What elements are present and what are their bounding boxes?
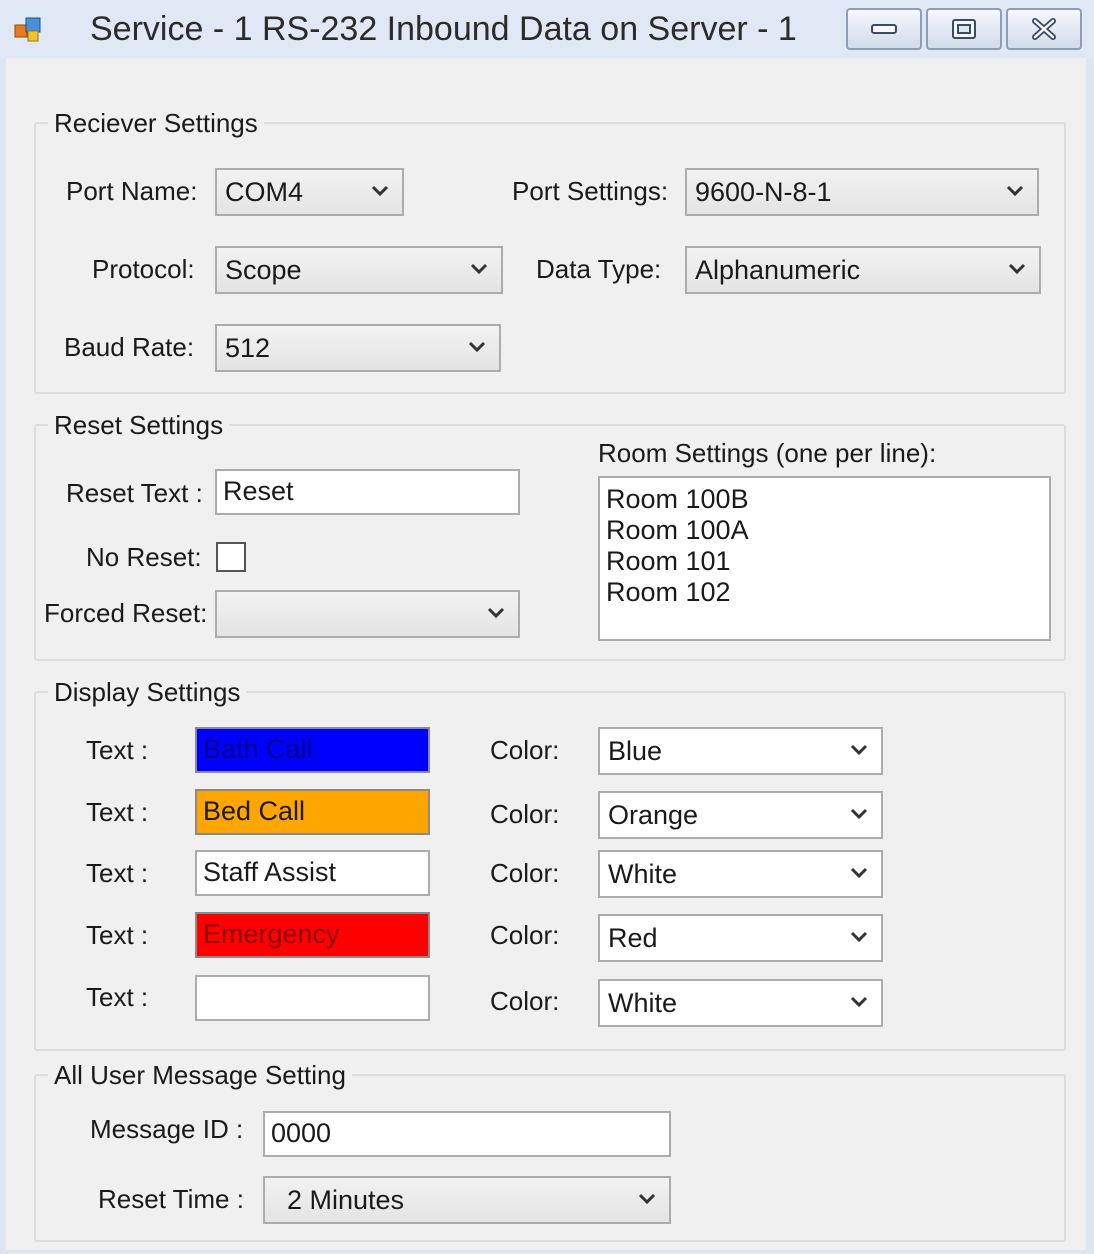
display-text-input[interactable]: Bath Call <box>195 727 430 773</box>
chevron-down-icon <box>638 1193 656 1205</box>
chevron-down-icon <box>1008 263 1026 275</box>
chevron-down-icon <box>850 744 868 756</box>
baud-rate-value: 512 <box>225 333 271 363</box>
chevron-down-icon <box>850 808 868 820</box>
room-line: Room 101 <box>606 546 731 576</box>
room-settings-label: Room Settings (one per line): <box>598 438 937 468</box>
no-reset-label: No Reset: <box>86 542 202 572</box>
display-color-value: Red <box>608 923 658 953</box>
display-color-value: Blue <box>608 736 663 766</box>
port-settings-value: 9600-N-8-1 <box>695 177 832 207</box>
protocol-label: Protocol: <box>92 254 195 284</box>
close-icon <box>1032 18 1056 40</box>
display-text-value: Bath Call <box>203 734 313 764</box>
display-color-label: Color: <box>490 986 560 1016</box>
port-settings-label: Port Settings: <box>512 176 669 206</box>
maximize-icon <box>952 19 976 39</box>
display-text-label: Text : <box>86 858 149 888</box>
minimize-icon <box>871 24 897 34</box>
reset-text-label: Reset Text : <box>66 478 203 508</box>
data-type-value: Alphanumeric <box>695 255 861 285</box>
display-color-select[interactable]: Orange <box>598 791 883 839</box>
display-settings-legend: Display Settings <box>48 677 247 708</box>
chevron-down-icon <box>470 263 488 275</box>
protocol-select[interactable]: Scope <box>215 246 503 294</box>
room-line: Room 100B <box>606 484 749 514</box>
reset-time-select[interactable]: 2 Minutes <box>263 1176 671 1224</box>
window-title: Service - 1 RS-232 Inbound Data on Serve… <box>90 10 797 48</box>
display-text-value: Staff Assist <box>203 857 337 887</box>
title-bar[interactable]: Service - 1 RS-232 Inbound Data on Serve… <box>0 0 1094 58</box>
receiver-settings-legend: Reciever Settings <box>48 108 264 139</box>
chevron-down-icon <box>487 607 505 619</box>
room-line: Room 100A <box>606 515 749 545</box>
message-id-input[interactable]: 0000 <box>263 1111 671 1157</box>
display-text-input[interactable]: Emergency <box>195 912 430 958</box>
display-text-input[interactable]: Bed Call <box>195 789 430 835</box>
display-text-label: Text : <box>86 920 149 950</box>
display-color-value: White <box>608 859 678 889</box>
display-text-input[interactable] <box>195 975 430 1021</box>
reset-time-label: Reset Time : <box>98 1184 244 1214</box>
baud-rate-select[interactable]: 512 <box>215 324 501 372</box>
display-color-select[interactable]: Red <box>598 914 883 962</box>
chevron-down-icon <box>371 185 389 197</box>
display-color-label: Color: <box>490 735 560 765</box>
message-settings-legend: All User Message Setting <box>48 1060 352 1091</box>
baud-rate-label: Baud Rate: <box>64 332 195 362</box>
display-color-select[interactable]: White <box>598 850 883 898</box>
chevron-down-icon <box>850 867 868 879</box>
forced-reset-label: Forced Reset: <box>44 598 208 628</box>
chevron-down-icon <box>850 996 868 1008</box>
display-color-select[interactable]: Blue <box>598 727 883 775</box>
display-color-value: White <box>608 988 678 1018</box>
port-name-value: COM4 <box>225 177 304 207</box>
display-text-label: Text : <box>86 735 149 765</box>
message-id-value: 0000 <box>271 1118 332 1148</box>
chevron-down-icon <box>850 931 868 943</box>
display-color-select[interactable]: White <box>598 979 883 1027</box>
display-text-label: Text : <box>86 982 149 1012</box>
protocol-value: Scope <box>225 255 302 285</box>
reset-text-input[interactable]: Reset <box>215 469 520 515</box>
display-color-label: Color: <box>490 799 560 829</box>
reset-text-value: Reset <box>223 476 294 506</box>
data-type-select[interactable]: Alphanumeric <box>685 246 1041 294</box>
message-id-label: Message ID : <box>90 1114 244 1144</box>
display-text-input[interactable]: Staff Assist <box>195 850 430 896</box>
display-text-label: Text : <box>86 797 149 827</box>
display-color-label: Color: <box>490 920 560 950</box>
port-settings-select[interactable]: 9600-N-8-1 <box>685 168 1039 216</box>
display-color-value: Orange <box>608 800 699 830</box>
display-color-label: Color: <box>490 858 560 888</box>
display-text-value: Bed Call <box>203 796 306 826</box>
reset-time-value: 2 Minutes <box>287 1185 405 1215</box>
display-text-value: Emergency <box>203 919 340 949</box>
app-icon <box>14 16 44 44</box>
close-button[interactable] <box>1006 8 1082 50</box>
reset-settings-legend: Reset Settings <box>48 410 230 441</box>
minimize-button[interactable] <box>846 8 922 50</box>
port-name-select[interactable]: COM4 <box>215 168 404 216</box>
room-settings-textarea[interactable]: Room 100B Room 100A Room 101 Room 102 <box>598 476 1051 641</box>
data-type-label: Data Type: <box>536 254 662 284</box>
maximize-button[interactable] <box>926 8 1002 50</box>
chevron-down-icon <box>1006 185 1024 197</box>
no-reset-checkbox[interactable] <box>216 542 246 572</box>
room-line: Room 102 <box>606 577 731 607</box>
chevron-down-icon <box>468 341 486 353</box>
forced-reset-select[interactable] <box>215 590 520 638</box>
port-name-label: Port Name: <box>66 176 198 206</box>
